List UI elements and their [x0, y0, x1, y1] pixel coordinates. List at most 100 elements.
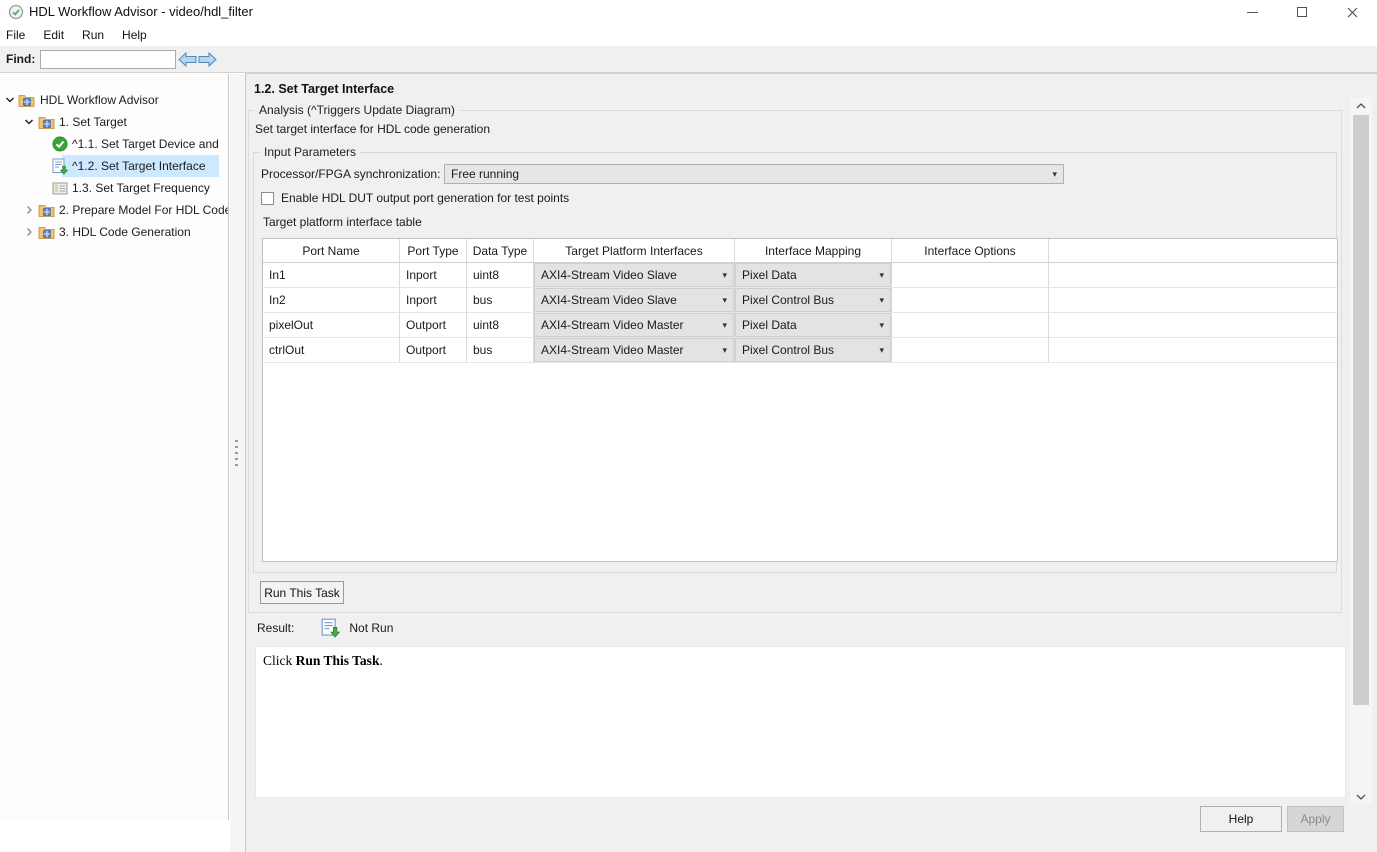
output-text-prefix: Click — [263, 653, 296, 668]
column-header-target-platform-interfaces: Target Platform Interfaces — [534, 239, 735, 263]
target-platform-interface-dropdown[interactable]: AXI4-Stream Video Slave ▾ — [534, 263, 734, 287]
tree-item-label: ^1.2. Set Target Interface — [72, 159, 206, 173]
panel-splitter[interactable] — [230, 74, 245, 852]
dropdown-arrow-icon: ▾ — [879, 296, 884, 305]
scroll-up-icon[interactable] — [1350, 98, 1372, 113]
column-header-port-name: Port Name — [263, 239, 400, 263]
tree-item-set-target[interactable]: 1. Set Target — [0, 111, 229, 133]
help-button[interactable]: Help — [1200, 806, 1282, 832]
port-type-cell: Outport — [400, 338, 467, 363]
row-filler — [1049, 288, 1337, 313]
check-passed-icon — [51, 136, 69, 152]
dropdown-value: Pixel Data — [742, 268, 797, 282]
port-name-cell: In1 — [263, 263, 400, 288]
testpoint-checkbox[interactable] — [261, 192, 274, 205]
task-detail-panel: 1.2. Set Target Interface Analysis (^Tri… — [245, 73, 1377, 852]
dropdown-arrow-icon: ▾ — [1052, 170, 1057, 179]
window-controls — [1227, 0, 1377, 24]
find-previous-button[interactable] — [177, 49, 197, 69]
chevron-expanded-icon[interactable] — [23, 116, 35, 128]
target-platform-interface-dropdown[interactable]: AXI4-Stream Video Master▾ — [534, 313, 734, 337]
workflow-folder-icon — [37, 224, 55, 240]
tree-item-set-target-frequency[interactable]: 1.3. Set Target Frequency — [0, 177, 229, 199]
target-platform-interface-dropdown[interactable]: AXI4-Stream Video Master▾ — [534, 338, 734, 362]
workflow-folder-icon — [37, 202, 55, 218]
run-this-task-button[interactable]: Run This Task — [260, 581, 344, 604]
workflow-folder-icon — [37, 114, 55, 130]
target-platform-interface-dropdown[interactable]: AXI4-Stream Video Slave▾ — [534, 288, 734, 312]
column-header-data-type: Data Type — [467, 239, 534, 263]
maximize-icon — [1297, 7, 1307, 17]
table-header-row: Port Name Port Type Data Type Target Pla… — [263, 239, 1337, 263]
tree-item-label: ^1.1. Set Target Device and — [72, 137, 219, 151]
workflow-folder-icon — [17, 92, 35, 108]
dropdown-arrow-icon: ▾ — [722, 271, 727, 280]
task-not-run-icon — [321, 618, 341, 638]
column-header-filler — [1049, 239, 1337, 263]
analysis-groupbox-label: Analysis (^Triggers Update Diagram) — [255, 103, 459, 117]
result-status: Not Run — [349, 621, 393, 635]
menu-help[interactable]: Help — [113, 26, 156, 44]
close-button[interactable] — [1327, 0, 1377, 24]
menu-edit[interactable]: Edit — [34, 26, 73, 44]
scroll-down-icon[interactable] — [1350, 789, 1372, 804]
data-type-cell: bus — [467, 288, 534, 313]
dropdown-value: Pixel Control Bus — [742, 343, 834, 357]
interface-mapping-dropdown[interactable]: Pixel Control Bus ▾ — [735, 338, 891, 362]
column-header-port-type: Port Type — [400, 239, 467, 263]
task-output-area: Click Run This Task. — [255, 646, 1346, 798]
main-scrollbar-thumb[interactable] — [1353, 115, 1369, 705]
tree-item-hdl-code-generation[interactable]: 3. HDL Code Generation — [0, 221, 229, 243]
splitter-handle-icon — [235, 440, 238, 466]
hdl-workflow-advisor-window: HDL Workflow Advisor - video/hdl_filter … — [0, 0, 1377, 852]
find-next-button[interactable] — [197, 49, 217, 69]
processor-fpga-sync-dropdown[interactable]: Free running ▾ — [444, 164, 1064, 184]
task-not-run-icon — [51, 158, 69, 174]
dropdown-arrow-icon: ▾ — [722, 321, 727, 330]
testpoint-checkbox-label: Enable HDL DUT output port generation fo… — [281, 191, 569, 205]
tree-item-hdl-workflow-advisor[interactable]: HDL Workflow Advisor — [0, 89, 229, 111]
dropdown-value: AXI4-Stream Video Slave — [541, 268, 677, 282]
app-check-icon — [8, 4, 24, 20]
workflow-tree-panel: HDL Workflow Advisor 1. Set Target — [0, 74, 229, 820]
tree-item-label: 1. Set Target — [59, 115, 127, 129]
menu-file[interactable]: File — [0, 26, 34, 44]
find-combobox[interactable] — [40, 50, 176, 69]
column-header-interface-options: Interface Options — [892, 239, 1049, 263]
chevron-collapsed-icon[interactable] — [23, 226, 35, 238]
interface-mapping-dropdown[interactable]: Pixel Data ▾ — [735, 263, 891, 287]
menu-run[interactable]: Run — [73, 26, 113, 44]
row-filler — [1049, 313, 1337, 338]
maximize-button[interactable] — [1277, 0, 1327, 24]
interface-options-cell — [892, 338, 1049, 363]
interface-table-label: Target platform interface table — [263, 215, 422, 229]
sync-dropdown-label: Processor/FPGA synchronization: — [261, 167, 440, 181]
interface-mapping-dropdown[interactable]: Pixel Control Bus▾ — [735, 288, 891, 312]
dropdown-arrow-icon: ▾ — [879, 346, 884, 355]
main-vertical-scrollbar[interactable] — [1350, 98, 1372, 804]
port-type-cell: Inport — [400, 263, 467, 288]
find-label: Find: — [6, 52, 35, 66]
chevron-collapsed-icon[interactable] — [23, 204, 35, 216]
tree-item-prepare-model[interactable]: 2. Prepare Model For HDL Code — [0, 199, 229, 221]
dropdown-value: Pixel Data — [742, 318, 797, 332]
testpoint-checkbox-row: Enable HDL DUT output port generation fo… — [261, 190, 569, 206]
tree-item-set-target-device[interactable]: ^1.1. Set Target Device and — [0, 133, 229, 155]
minimize-button[interactable] — [1227, 0, 1277, 24]
dropdown-arrow-icon: ▾ — [879, 321, 884, 330]
row-filler — [1049, 263, 1337, 288]
apply-button[interactable]: Apply — [1287, 806, 1344, 832]
menu-bar: File Edit Run Help — [0, 24, 1377, 46]
interface-options-cell — [892, 263, 1049, 288]
tree-item-set-target-interface[interactable]: ^1.2. Set Target Interface — [0, 155, 229, 177]
interface-mapping-dropdown[interactable]: Pixel Data ▾ — [735, 313, 891, 337]
dropdown-arrow-icon: ▾ — [722, 346, 727, 355]
column-header-interface-mapping: Interface Mapping — [735, 239, 892, 263]
tree-item-label: 2. Prepare Model For HDL Code — [59, 203, 229, 217]
window-title: HDL Workflow Advisor - video/hdl_filter — [29, 4, 253, 19]
arrow-left-icon — [178, 52, 197, 67]
dropdown-arrow-icon: ▾ — [879, 271, 884, 280]
chevron-expanded-icon[interactable] — [4, 94, 16, 106]
target-platform-interface-table: Port Name Port Type Data Type Target Pla… — [262, 238, 1338, 562]
dropdown-value: AXI4-Stream Video Slave — [541, 293, 677, 307]
